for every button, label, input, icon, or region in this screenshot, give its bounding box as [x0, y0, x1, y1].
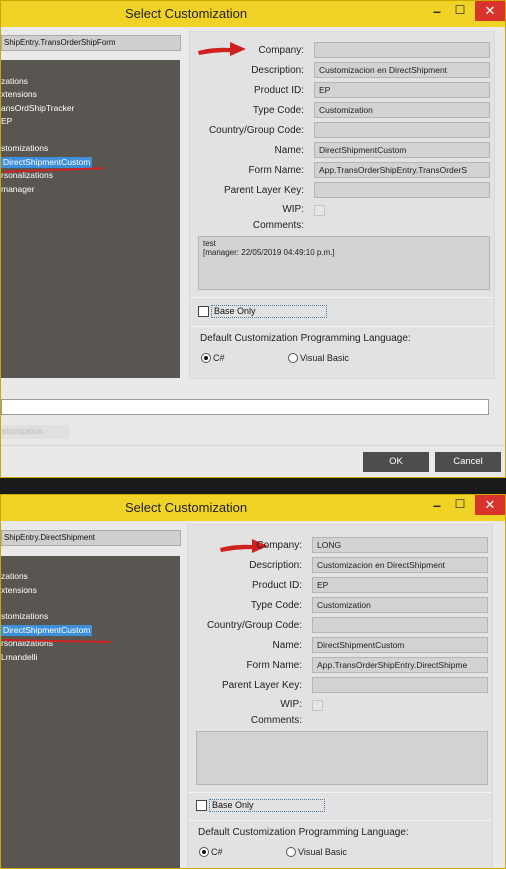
name-label: Name:: [274, 145, 304, 156]
base-only-checkbox[interactable]: [196, 800, 207, 811]
wip-label: WIP:: [282, 204, 304, 215]
visual-basic-label[interactable]: Visual Basic: [300, 353, 349, 363]
title-bar[interactable]: Select Customization – ☐ ✕: [1, 495, 505, 521]
language-label: Default Customization Programming Langua…: [198, 827, 409, 838]
company-field[interactable]: [314, 42, 490, 58]
type-code-label: Type Code:: [250, 600, 302, 611]
disabled-customization-text: stomization: [1, 425, 69, 439]
language-label: Default Customization Programming Langua…: [200, 333, 411, 344]
title-bar[interactable]: Select Customization – ☐ ✕: [1, 1, 505, 27]
button-bar-divider: [1, 445, 505, 446]
country-group-field[interactable]: [312, 617, 488, 633]
wip-label: WIP:: [280, 699, 302, 710]
window-title: Select Customization: [124, 6, 248, 21]
comments-textarea[interactable]: test [manager: 22/05/2019 04:49:10 p.m.]: [198, 236, 490, 290]
tree-item[interactable]: rsonalizations: [1, 170, 53, 181]
layer-tree[interactable]: zations xtensions ansOrdShipTracker EP s…: [1, 60, 180, 378]
comment-line: [manager: 22/05/2019 04:49:10 p.m.]: [203, 248, 335, 257]
tree-item[interactable]: xtensions: [1, 89, 37, 100]
form-path-field[interactable]: ShipEntry.DirectShipment: [1, 530, 181, 546]
customization-details-panel: Company: LONG Description: Customizacion…: [187, 524, 493, 868]
minimize-icon[interactable]: –: [427, 3, 447, 19]
company-label: Company:: [258, 45, 304, 56]
form-name-field[interactable]: App.TransOrderShipEntry.TransOrderS: [314, 162, 490, 178]
parent-layer-key-label: Parent Layer Key:: [221, 680, 302, 691]
base-only-label[interactable]: Base Only: [212, 306, 258, 316]
csharp-radio[interactable]: [201, 353, 211, 363]
ok-button[interactable]: OK: [363, 452, 429, 472]
red-arrow-icon: [198, 42, 246, 56]
type-code-label: Type Code:: [252, 105, 304, 116]
select-customization-dialog-bottom: Select Customization – ☐ ✕ ShipEntry.Dir…: [0, 494, 506, 869]
divider: [188, 792, 492, 793]
description-field[interactable]: Customizacion en DirectShipment: [314, 62, 490, 78]
form-name-label: Form Name:: [246, 660, 302, 671]
description-field[interactable]: Customizacion en DirectShipment: [312, 557, 488, 573]
wip-checkbox[interactable]: [314, 205, 325, 216]
tree-item[interactable]: zations: [1, 571, 28, 582]
base-only-label[interactable]: Base Only: [210, 800, 256, 810]
type-code-field[interactable]: Customization: [314, 102, 490, 118]
visual-basic-radio[interactable]: [288, 353, 298, 363]
base-only-checkbox[interactable]: [198, 306, 209, 317]
parent-layer-key-label: Parent Layer Key:: [223, 185, 304, 196]
tree-item[interactable]: stomizations: [1, 143, 48, 154]
close-icon[interactable]: ✕: [475, 495, 505, 515]
comments-textarea[interactable]: [196, 731, 488, 785]
separator-band: [0, 478, 506, 494]
tree-item[interactable]: zations: [1, 76, 28, 87]
comments-label: Comments:: [250, 715, 302, 726]
product-id-field[interactable]: EP: [312, 577, 488, 593]
product-id-label: Product ID:: [251, 580, 302, 591]
comment-line: test: [203, 239, 216, 248]
layer-tree[interactable]: zations xtensions stomizations DirectShi…: [1, 556, 180, 868]
csharp-label[interactable]: C#: [213, 353, 225, 363]
tree-item-selected[interactable]: DirectShipmentCustom: [1, 157, 93, 168]
minimize-icon[interactable]: –: [427, 497, 447, 513]
csharp-radio[interactable]: [199, 847, 209, 857]
customization-details-panel: Company: Description: Customizacion en D…: [189, 31, 495, 379]
csharp-label[interactable]: C#: [211, 847, 223, 857]
form-path-field[interactable]: ShipEntry.TransOrderShipForm: [1, 35, 181, 51]
divider: [190, 326, 494, 327]
tree-item[interactable]: ansOrdShipTracker: [1, 103, 74, 114]
company-label: Company:: [256, 540, 302, 551]
maximize-icon[interactable]: ☐: [450, 497, 470, 511]
tree-item[interactable]: Lmandelli: [1, 652, 37, 663]
divider: [190, 297, 494, 298]
maximize-icon[interactable]: ☐: [450, 3, 470, 17]
customization-input[interactable]: [1, 399, 489, 415]
divider: [188, 820, 492, 821]
description-label: Description:: [251, 65, 304, 76]
visual-basic-radio[interactable]: [286, 847, 296, 857]
name-label: Name:: [272, 640, 302, 651]
form-name-field[interactable]: App.TransOrderShipEntry.DirectShipme: [312, 657, 488, 673]
select-customization-dialog-top: Select Customization – ☐ ✕ ShipEntry.Tra…: [0, 0, 506, 478]
product-id-field[interactable]: EP: [314, 82, 490, 98]
form-name-label: Form Name:: [248, 165, 304, 176]
tree-item[interactable]: manager: [1, 184, 35, 195]
tree-item[interactable]: stomizations: [1, 611, 48, 622]
window-title: Select Customization: [124, 500, 248, 515]
tree-item[interactable]: xtensions: [1, 585, 37, 596]
product-id-label: Product ID:: [253, 85, 304, 96]
comments-label: Comments:: [252, 220, 304, 231]
tree-item-selected[interactable]: DirectShipmentCustom: [1, 625, 93, 636]
wip-checkbox[interactable]: [312, 700, 323, 711]
visual-basic-label[interactable]: Visual Basic: [298, 847, 347, 857]
tree-item[interactable]: EP: [1, 116, 12, 127]
cancel-button[interactable]: Cancel: [435, 452, 501, 472]
close-icon[interactable]: ✕: [475, 1, 505, 21]
company-field[interactable]: LONG: [312, 537, 488, 553]
parent-layer-key-field[interactable]: [314, 182, 490, 198]
country-group-label: Country/Group Code:: [206, 620, 302, 631]
country-group-field[interactable]: [314, 122, 490, 138]
type-code-field[interactable]: Customization: [312, 597, 488, 613]
name-field[interactable]: DirectShipmentCustom: [312, 637, 488, 653]
name-field[interactable]: DirectShipmentCustom: [314, 142, 490, 158]
description-label: Description:: [249, 560, 302, 571]
parent-layer-key-field[interactable]: [312, 677, 488, 693]
country-group-label: Country/Group Code:: [208, 125, 304, 136]
